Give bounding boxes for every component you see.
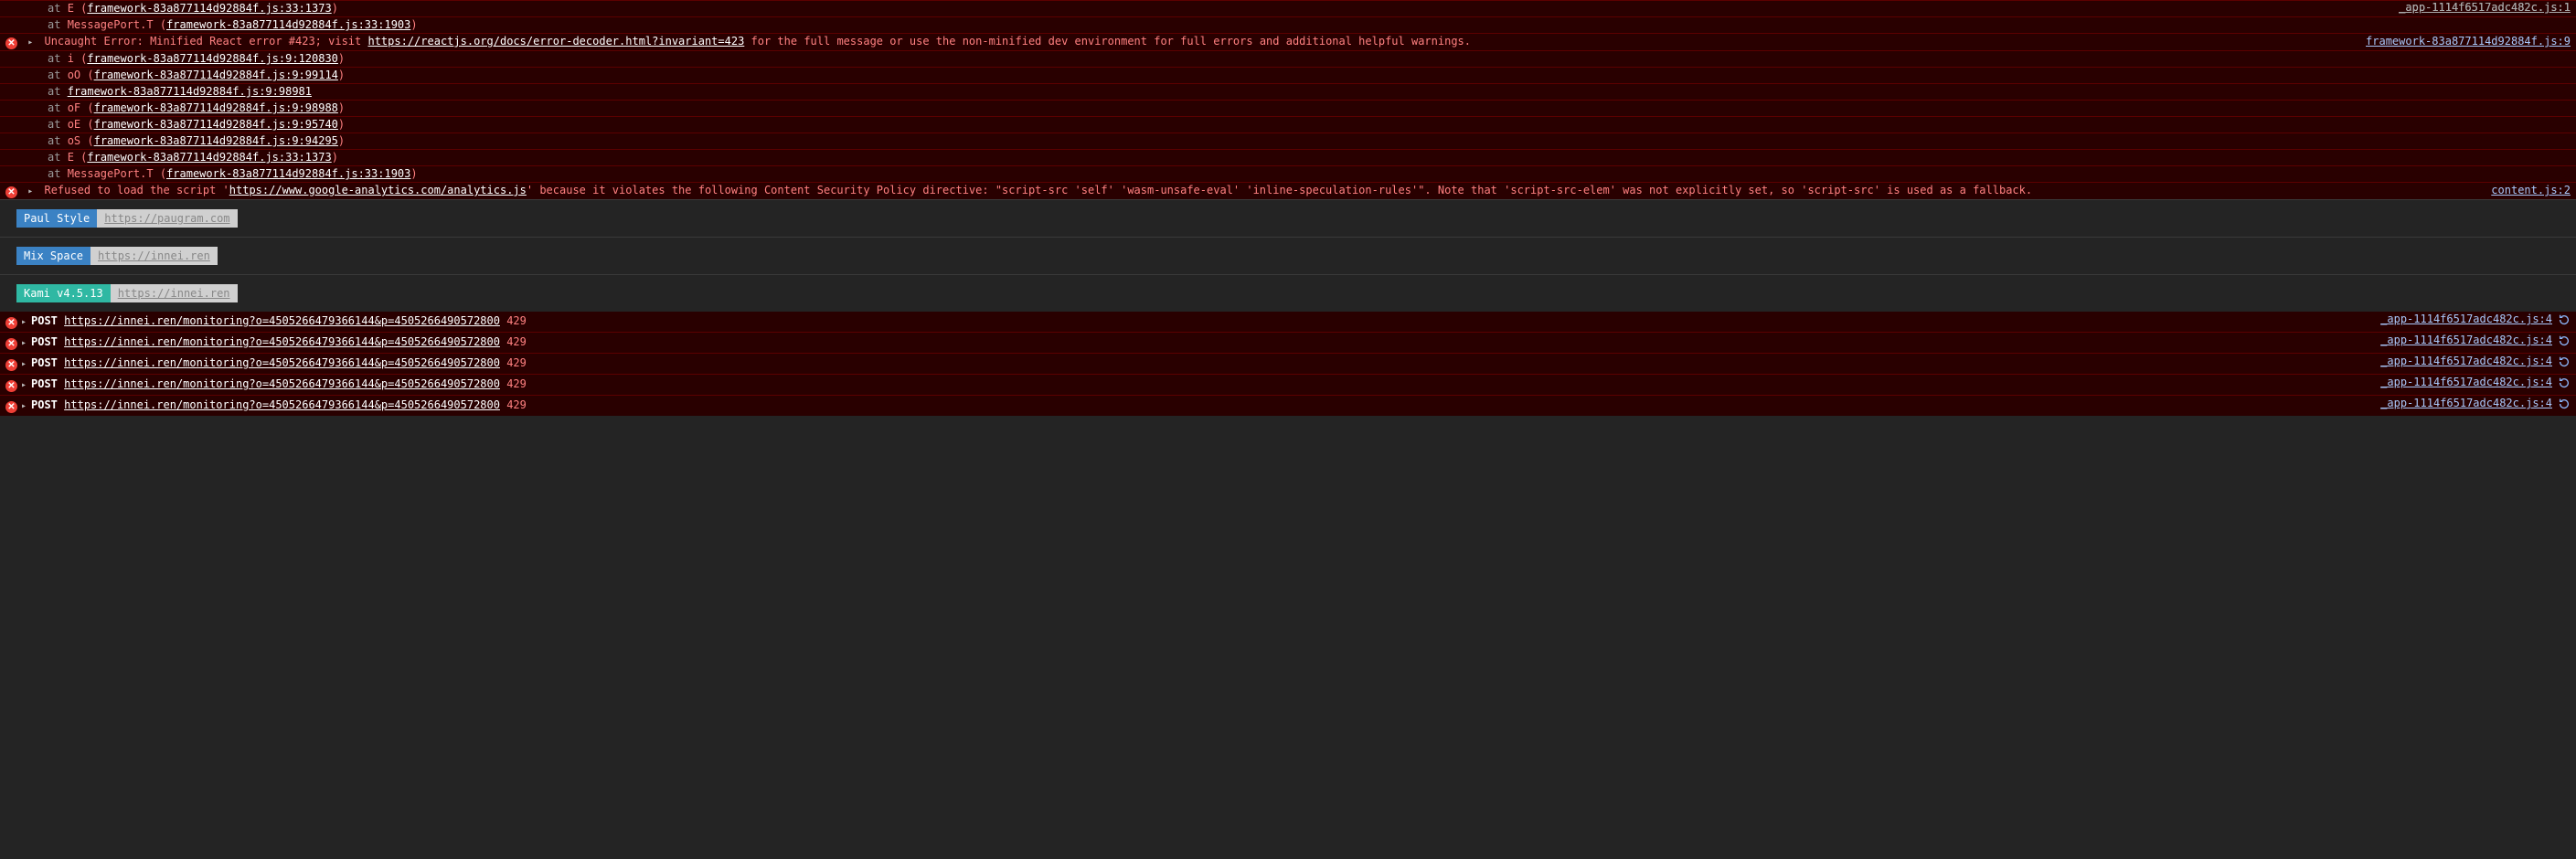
at: at <box>48 2 68 15</box>
console-log-badge: Paul Stylehttps://paugram.com_app-1114f6… <box>0 199 2576 237</box>
request-url[interactable]: https://innei.ren/monitoring?o=450526647… <box>64 398 500 411</box>
error-icon: ✕ <box>5 338 17 350</box>
disclosure-icon[interactable]: ▸ <box>21 315 29 329</box>
stack-location[interactable]: framework-83a877114d92884f.js:9:120830 <box>87 52 338 65</box>
status-code: 429 <box>500 335 527 348</box>
csp-script-url[interactable]: https://www.google-analytics.com/analyti… <box>229 184 527 196</box>
stack-frame: at oE (framework-83a877114d92884f.js:9:9… <box>0 116 2576 133</box>
stack-frame: at oO (framework-83a877114d92884f.js:9:9… <box>0 67 2576 83</box>
request-url[interactable]: https://innei.ren/monitoring?o=450526647… <box>64 377 500 390</box>
error-message: Refused to load the script 'https://www.… <box>44 184 2032 197</box>
stack-location[interactable]: framework-83a877114d92884f.js:33:1373 <box>87 2 331 15</box>
source-link[interactable]: content.js:2 <box>2491 184 2571 197</box>
status-code: 429 <box>500 356 527 369</box>
stack-location[interactable]: framework-83a877114d92884f.js:9:98981 <box>68 85 312 98</box>
badge-label: Kami v4.5.13 <box>16 284 111 302</box>
network-error-text: POST https://innei.ren/monitoring?o=4505… <box>31 314 527 327</box>
badge-url[interactable]: https://innei.ren <box>90 247 218 265</box>
replay-xhr-icon[interactable] <box>2558 355 2571 368</box>
replay-xhr-icon[interactable] <box>2558 398 2571 410</box>
network-error-text: POST https://innei.ren/monitoring?o=4505… <box>31 377 527 390</box>
request-url[interactable]: https://innei.ren/monitoring?o=450526647… <box>64 335 500 348</box>
source-link[interactable]: _app-1114f6517adc482c.js:4 <box>2380 355 2552 368</box>
stack-frame: at E (framework-83a877114d92884f.js:33:1… <box>0 149 2576 165</box>
console-error-react: ✕ ▸ Uncaught Error: Minified React error… <box>0 33 2576 50</box>
badge-label: Mix Space <box>16 247 90 265</box>
console-error-network: ✕ ▸POST https://innei.ren/monitoring?o=45… <box>0 374 2576 395</box>
console-error-network: ✕ ▸POST https://innei.ren/monitoring?o=45… <box>0 332 2576 353</box>
request-url[interactable]: https://innei.ren/monitoring?o=450526647… <box>64 314 500 327</box>
status-code: 429 <box>500 398 527 411</box>
badge-url[interactable]: https://innei.ren <box>111 284 238 302</box>
at: at <box>48 18 68 31</box>
error-icon: ✕ <box>5 186 17 198</box>
error-icon: ✕ <box>5 317 17 329</box>
source-link[interactable]: _app-1114f6517adc482c.js:4 <box>2380 397 2552 410</box>
error-icon: ✕ <box>5 359 17 371</box>
stack-frame: at i (framework-83a877114d92884f.js:9:12… <box>0 50 2576 67</box>
disclosure-icon[interactable]: ▸ <box>21 399 29 413</box>
stack-frame: at framework-83a877114d92884f.js:9:98981 <box>0 83 2576 100</box>
error-icon: ✕ <box>5 380 17 392</box>
replay-xhr-icon[interactable] <box>2558 334 2571 347</box>
stack-frame: at MessagePort.T (framework-83a877114d92… <box>0 165 2576 182</box>
source-link[interactable]: _app-1114f6517adc482c.js:1 <box>2399 1 2571 14</box>
network-error-text: POST https://innei.ren/monitoring?o=4505… <box>31 335 527 348</box>
stack-frame: at MessagePort.T (framework-83a877114d92… <box>0 16 2576 33</box>
status-code: 429 <box>500 377 527 390</box>
network-error-text: POST https://innei.ren/monitoring?o=4505… <box>31 356 527 369</box>
error-icon: ✕ <box>5 401 17 413</box>
stack-location[interactable]: framework-83a877114d92884f.js:33:1903 <box>166 167 410 180</box>
disclosure-icon[interactable]: ▸ <box>21 378 29 392</box>
stack-location[interactable]: framework-83a877114d92884f.js:33:1373 <box>87 151 331 164</box>
console-error-network: ✕ ▸POST https://innei.ren/monitoring?o=45… <box>0 312 2576 332</box>
stack-frame: at E (framework-83a877114d92884f.js:33:1… <box>0 0 2576 16</box>
stack-location[interactable]: framework-83a877114d92884f.js:9:94295 <box>94 134 338 147</box>
stack-location[interactable]: framework-83a877114d92884f.js:9:99114 <box>94 69 338 81</box>
source-link[interactable]: _app-1114f6517adc482c.js:4 <box>2380 376 2552 389</box>
replay-xhr-icon[interactable] <box>2558 376 2571 389</box>
error-message: Uncaught Error: Minified React error #42… <box>44 35 1471 48</box>
badge-url[interactable]: https://paugram.com <box>97 209 237 228</box>
disclosure-icon[interactable]: ▸ <box>21 336 29 350</box>
request-url[interactable]: https://innei.ren/monitoring?o=450526647… <box>64 356 500 369</box>
react-decoder-link[interactable]: https://reactjs.org/docs/error-decoder.h… <box>367 35 744 48</box>
network-error-text: POST https://innei.ren/monitoring?o=4505… <box>31 398 527 411</box>
stack-frame: at oF (framework-83a877114d92884f.js:9:9… <box>0 100 2576 116</box>
stack-location[interactable]: framework-83a877114d92884f.js:33:1903 <box>166 18 410 31</box>
source-link[interactable]: _app-1114f6517adc482c.js:4 <box>2380 334 2552 347</box>
status-code: 429 <box>500 314 527 327</box>
console-error-network: ✕ ▸POST https://innei.ren/monitoring?o=45… <box>0 395 2576 416</box>
disclosure-icon[interactable]: ▸ <box>27 185 36 198</box>
console-error-network: ✕ ▸POST https://innei.ren/monitoring?o=45… <box>0 353 2576 374</box>
stack-frame: at oS (framework-83a877114d92884f.js:9:9… <box>0 133 2576 149</box>
stack-location[interactable]: framework-83a877114d92884f.js:9:98988 <box>94 101 338 114</box>
stack-location[interactable]: framework-83a877114d92884f.js:9:95740 <box>94 118 338 131</box>
console-log-badge: Kami v4.5.13https://innei.ren_app-1114f6… <box>0 274 2576 312</box>
fn: MessagePort.T <box>68 18 154 31</box>
source-link[interactable]: framework-83a877114d92884f.js:9 <box>2366 35 2571 48</box>
console-log-badge: Mix Spacehttps://innei.ren_app-1114f6517… <box>0 237 2576 274</box>
disclosure-icon[interactable]: ▸ <box>27 36 36 49</box>
badge-label: Paul Style <box>16 209 97 228</box>
fn: E <box>68 2 74 15</box>
source-link[interactable]: _app-1114f6517adc482c.js:4 <box>2380 313 2552 326</box>
replay-xhr-icon[interactable] <box>2558 313 2571 326</box>
console-error-csp: ✕ ▸ Refused to load the script 'https://… <box>0 182 2576 199</box>
disclosure-icon[interactable]: ▸ <box>21 357 29 371</box>
error-icon: ✕ <box>5 37 17 49</box>
